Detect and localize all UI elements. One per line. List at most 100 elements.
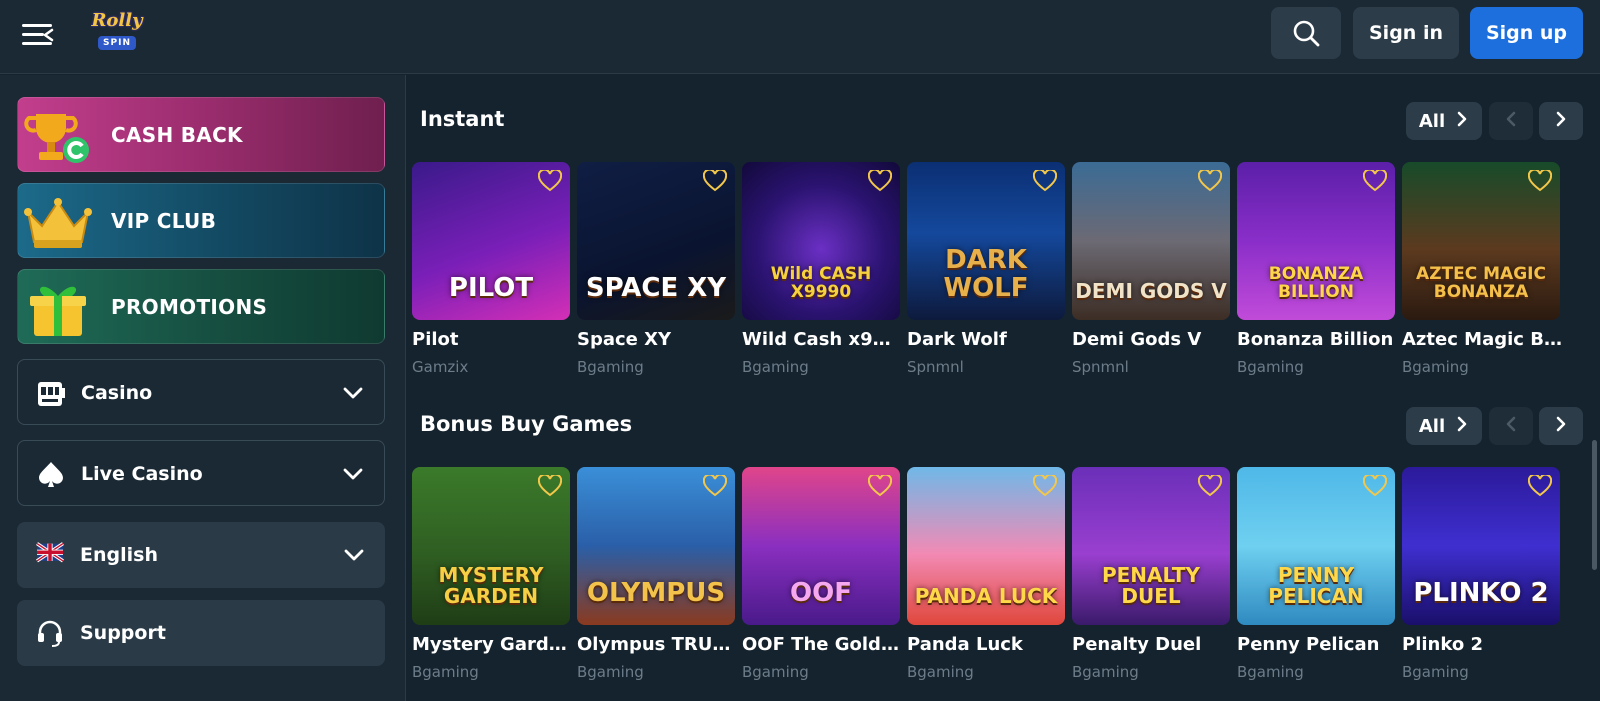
- game-art-title: BONANZA BILLION: [1268, 264, 1364, 303]
- favorite-heart-icon[interactable]: [1527, 473, 1553, 497]
- chevron-left-icon: [1504, 416, 1518, 436]
- gift-icon: [30, 286, 86, 336]
- scrollbar-thumb[interactable]: [1592, 440, 1597, 570]
- game-name[interactable]: Olympus TRUEWAYS: [577, 634, 737, 655]
- sidebar: CASH BACK VIP CLUB PROMOTIONS Casino Liv…: [0, 75, 406, 701]
- favorite-heart-icon[interactable]: [537, 473, 563, 497]
- carousel-prev-button[interactable]: [1489, 102, 1533, 140]
- game-name[interactable]: Penalty Duel: [1072, 634, 1232, 655]
- view-all-button[interactable]: All: [1406, 102, 1482, 140]
- favorite-heart-icon[interactable]: [1197, 168, 1223, 192]
- game-card[interactable]: PILOT: [412, 162, 570, 320]
- favorite-heart-icon[interactable]: [1527, 168, 1553, 192]
- cashback-banner[interactable]: CASH BACK: [17, 97, 385, 172]
- slot-machine-icon: [38, 382, 65, 406]
- game-card[interactable]: AZTEC MAGIC BONANZA: [1402, 162, 1560, 320]
- promotions-label: PROMOTIONS: [111, 294, 268, 319]
- game-card[interactable]: DEMI GODS V: [1072, 162, 1230, 320]
- game-name[interactable]: Mystery Garden: [412, 634, 572, 655]
- favorite-heart-icon[interactable]: [1362, 473, 1388, 497]
- game-provider: Bgaming: [1237, 663, 1304, 681]
- headset-icon: [38, 620, 62, 647]
- game-name[interactable]: Pilot: [412, 329, 572, 350]
- view-all-button[interactable]: All: [1406, 407, 1482, 445]
- game-provider: Bgaming: [1072, 663, 1139, 681]
- chevron-right-icon: [1455, 416, 1469, 437]
- chevron-right-icon: [1554, 111, 1568, 131]
- sidebar-item-label: Live Casino: [81, 463, 203, 485]
- sign-in-button[interactable]: Sign in: [1353, 7, 1459, 59]
- game-card[interactable]: BONANZA BILLION: [1237, 162, 1395, 320]
- favorite-heart-icon[interactable]: [1032, 473, 1058, 497]
- favorite-heart-icon[interactable]: [867, 168, 893, 192]
- favorite-heart-icon[interactable]: [1197, 473, 1223, 497]
- favorite-heart-icon[interactable]: [867, 473, 893, 497]
- game-name[interactable]: Panda Luck: [907, 634, 1067, 655]
- game-provider: Bgaming: [742, 358, 809, 376]
- favorite-heart-icon[interactable]: [537, 168, 563, 192]
- view-all-label: All: [1418, 415, 1446, 437]
- sidebar-item-casino[interactable]: Casino: [17, 359, 385, 425]
- sidebar-item-live-casino[interactable]: Live Casino: [17, 440, 385, 506]
- favorite-heart-icon[interactable]: [702, 473, 728, 497]
- search-button[interactable]: [1271, 7, 1341, 59]
- game-name[interactable]: Penny Pelican: [1237, 634, 1397, 655]
- game-card[interactable]: OOF: [742, 467, 900, 625]
- crown-icon: [24, 198, 92, 248]
- game-name[interactable]: Dark Wolf: [907, 329, 1067, 350]
- game-name[interactable]: OOF The Goldmine Planet: [742, 634, 902, 655]
- game-art-title: DEMI GODS V: [1075, 279, 1227, 303]
- spade-icon: [39, 462, 63, 487]
- chevron-down-icon: [343, 468, 363, 480]
- vip-club-banner[interactable]: VIP CLUB: [17, 183, 385, 258]
- game-card[interactable]: PANDA LUCK: [907, 467, 1065, 625]
- logo-text: Rolly: [91, 10, 143, 31]
- game-name[interactable]: Bonanza Billion: [1237, 329, 1397, 350]
- game-name[interactable]: Plinko 2: [1402, 634, 1562, 655]
- favorite-heart-icon[interactable]: [702, 168, 728, 192]
- vip-club-label: VIP CLUB: [111, 208, 217, 233]
- site-logo[interactable]: Rolly SPIN: [86, 10, 148, 58]
- carousel-next-button[interactable]: [1539, 102, 1583, 140]
- game-provider: Gamzix: [412, 358, 469, 376]
- carousel-prev-button[interactable]: [1489, 407, 1533, 445]
- game-card[interactable]: OLYMPUS: [577, 467, 735, 625]
- game-art-title: DARK WOLF: [943, 245, 1029, 303]
- game-card[interactable]: PENNY PELICAN: [1237, 467, 1395, 625]
- game-card[interactable]: PLINKO 2: [1402, 467, 1560, 625]
- game-art-title: MYSTERY GARDEN: [438, 563, 544, 608]
- game-card[interactable]: SPACE XY: [577, 162, 735, 320]
- promotions-banner[interactable]: PROMOTIONS: [17, 269, 385, 344]
- game-card[interactable]: MYSTERY GARDEN: [412, 467, 570, 625]
- game-name[interactable]: Wild Cash x9990: [742, 329, 902, 350]
- game-card[interactable]: Wild CASH X9990: [742, 162, 900, 320]
- game-art-title: PENALTY DUEL: [1101, 563, 1201, 608]
- game-art-title: AZTEC MAGIC BONANZA: [1416, 264, 1546, 303]
- menu-toggle-icon[interactable]: [20, 20, 54, 50]
- section-title: Bonus Buy Games: [420, 412, 633, 436]
- carousel-next-button[interactable]: [1539, 407, 1583, 445]
- game-name[interactable]: Demi Gods V: [1072, 329, 1232, 350]
- game-provider: Bgaming: [577, 358, 644, 376]
- uk-flag-icon: [36, 542, 64, 563]
- game-name[interactable]: Space XY: [577, 329, 737, 350]
- game-provider: Bgaming: [907, 663, 974, 681]
- game-art-title: Wild CASH X9990: [770, 264, 872, 303]
- game-card[interactable]: PENALTY DUEL: [1072, 467, 1230, 625]
- game-art-title: PANDA LUCK: [914, 584, 1058, 608]
- game-art-title: OLYMPUS: [586, 577, 726, 608]
- support-label: Support: [80, 622, 166, 644]
- sign-up-button[interactable]: Sign up: [1470, 7, 1583, 59]
- language-selector[interactable]: English: [17, 522, 385, 588]
- favorite-heart-icon[interactable]: [1032, 168, 1058, 192]
- game-card[interactable]: DARK WOLF: [907, 162, 1065, 320]
- chevron-down-icon: [344, 549, 364, 561]
- game-provider: Bgaming: [1237, 358, 1304, 376]
- scrollbar[interactable]: [1590, 75, 1600, 701]
- game-name[interactable]: Aztec Magic Bonanza: [1402, 329, 1562, 350]
- game-art-title: OOF: [790, 577, 852, 608]
- game-provider: Bgaming: [742, 663, 809, 681]
- favorite-heart-icon[interactable]: [1362, 168, 1388, 192]
- support-button[interactable]: Support: [17, 600, 385, 666]
- game-provider: Bgaming: [1402, 663, 1469, 681]
